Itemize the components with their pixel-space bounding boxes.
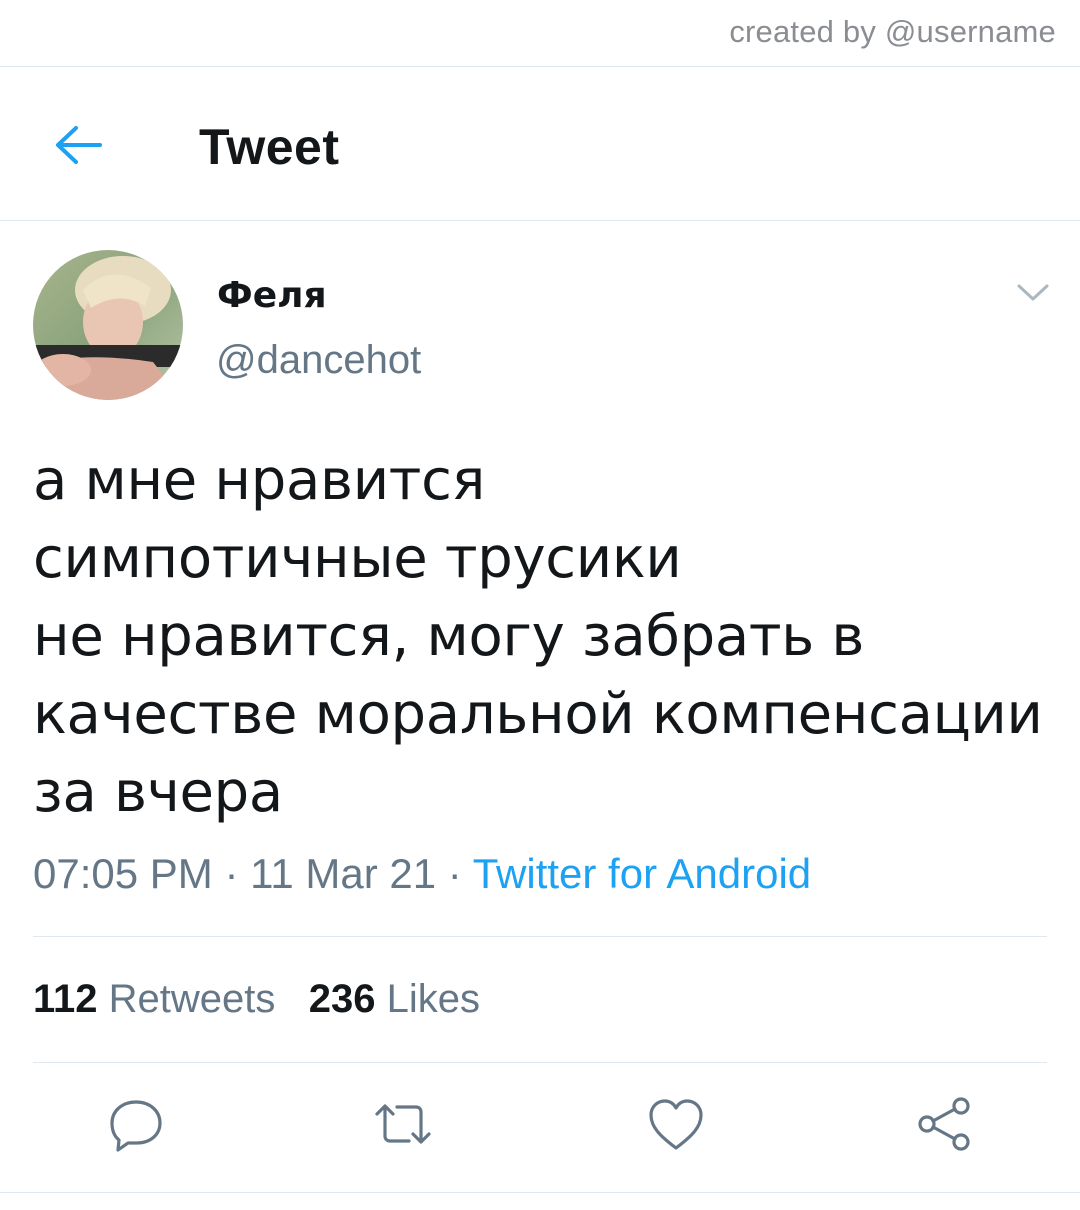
tweet-text-line: симпотичные трусики <box>33 526 682 591</box>
arrow-left-icon <box>56 126 102 164</box>
meta-separator: · <box>436 850 473 897</box>
retweet-button[interactable] <box>373 1094 433 1154</box>
tweet-time: 07:05 PM <box>33 850 213 897</box>
tweet-text-line: качестве моральной компенсации <box>33 682 1043 747</box>
author-name[interactable]: Феля <box>217 275 327 316</box>
top-app-bar: Tweet <box>0 68 1080 220</box>
tweet-date: 11 Mar 21 <box>250 850 437 897</box>
chevron-down-icon <box>1017 284 1049 301</box>
meta-separator: · <box>212 850 251 897</box>
tweet-text-line: а мне нравится <box>33 448 486 513</box>
watermark-text: created by @username <box>729 14 1056 49</box>
tweet-source-link[interactable]: Twitter for Android <box>473 850 811 897</box>
likes-label: Likes <box>386 977 481 1021</box>
tweet-meta: 07:05 PM · 11 Mar 21 · Twitter for Andro… <box>33 850 811 898</box>
stats-divider <box>33 1062 1047 1063</box>
retweets-count: 112 <box>33 977 98 1021</box>
page-title: Tweet <box>199 119 340 175</box>
reply-button[interactable] <box>106 1094 166 1154</box>
avatar-image <box>33 250 183 400</box>
avatar[interactable] <box>33 250 183 400</box>
tweet-text-line: за вчера <box>33 760 283 825</box>
reply-icon <box>110 1100 162 1152</box>
like-icon <box>649 1099 703 1150</box>
tweet-text-line: не нравится, могу забрать в <box>33 604 865 669</box>
retweets-label: Retweets <box>108 977 276 1021</box>
meta-divider <box>33 936 1047 937</box>
retweets-stat[interactable]: 112 Retweets <box>33 977 275 1021</box>
top-divider <box>0 66 1080 67</box>
retweet-icon <box>375 1104 431 1144</box>
share-icon <box>918 1097 970 1151</box>
likes-stat[interactable]: 236 Likes <box>309 977 480 1021</box>
like-button[interactable] <box>646 1094 706 1154</box>
share-button[interactable] <box>914 1094 974 1154</box>
tweet-stats: 112 Retweets 236 Likes <box>33 977 480 1022</box>
author-handle[interactable]: @dancehot <box>216 338 421 383</box>
likes-count: 236 <box>308 977 376 1021</box>
back-button[interactable] <box>50 120 106 170</box>
bottom-divider <box>0 1192 1080 1193</box>
header-divider <box>0 220 1080 221</box>
more-options-button[interactable] <box>1013 280 1053 306</box>
tweet-text: а мне нравится симпотичные трусики не нр… <box>33 442 1053 832</box>
